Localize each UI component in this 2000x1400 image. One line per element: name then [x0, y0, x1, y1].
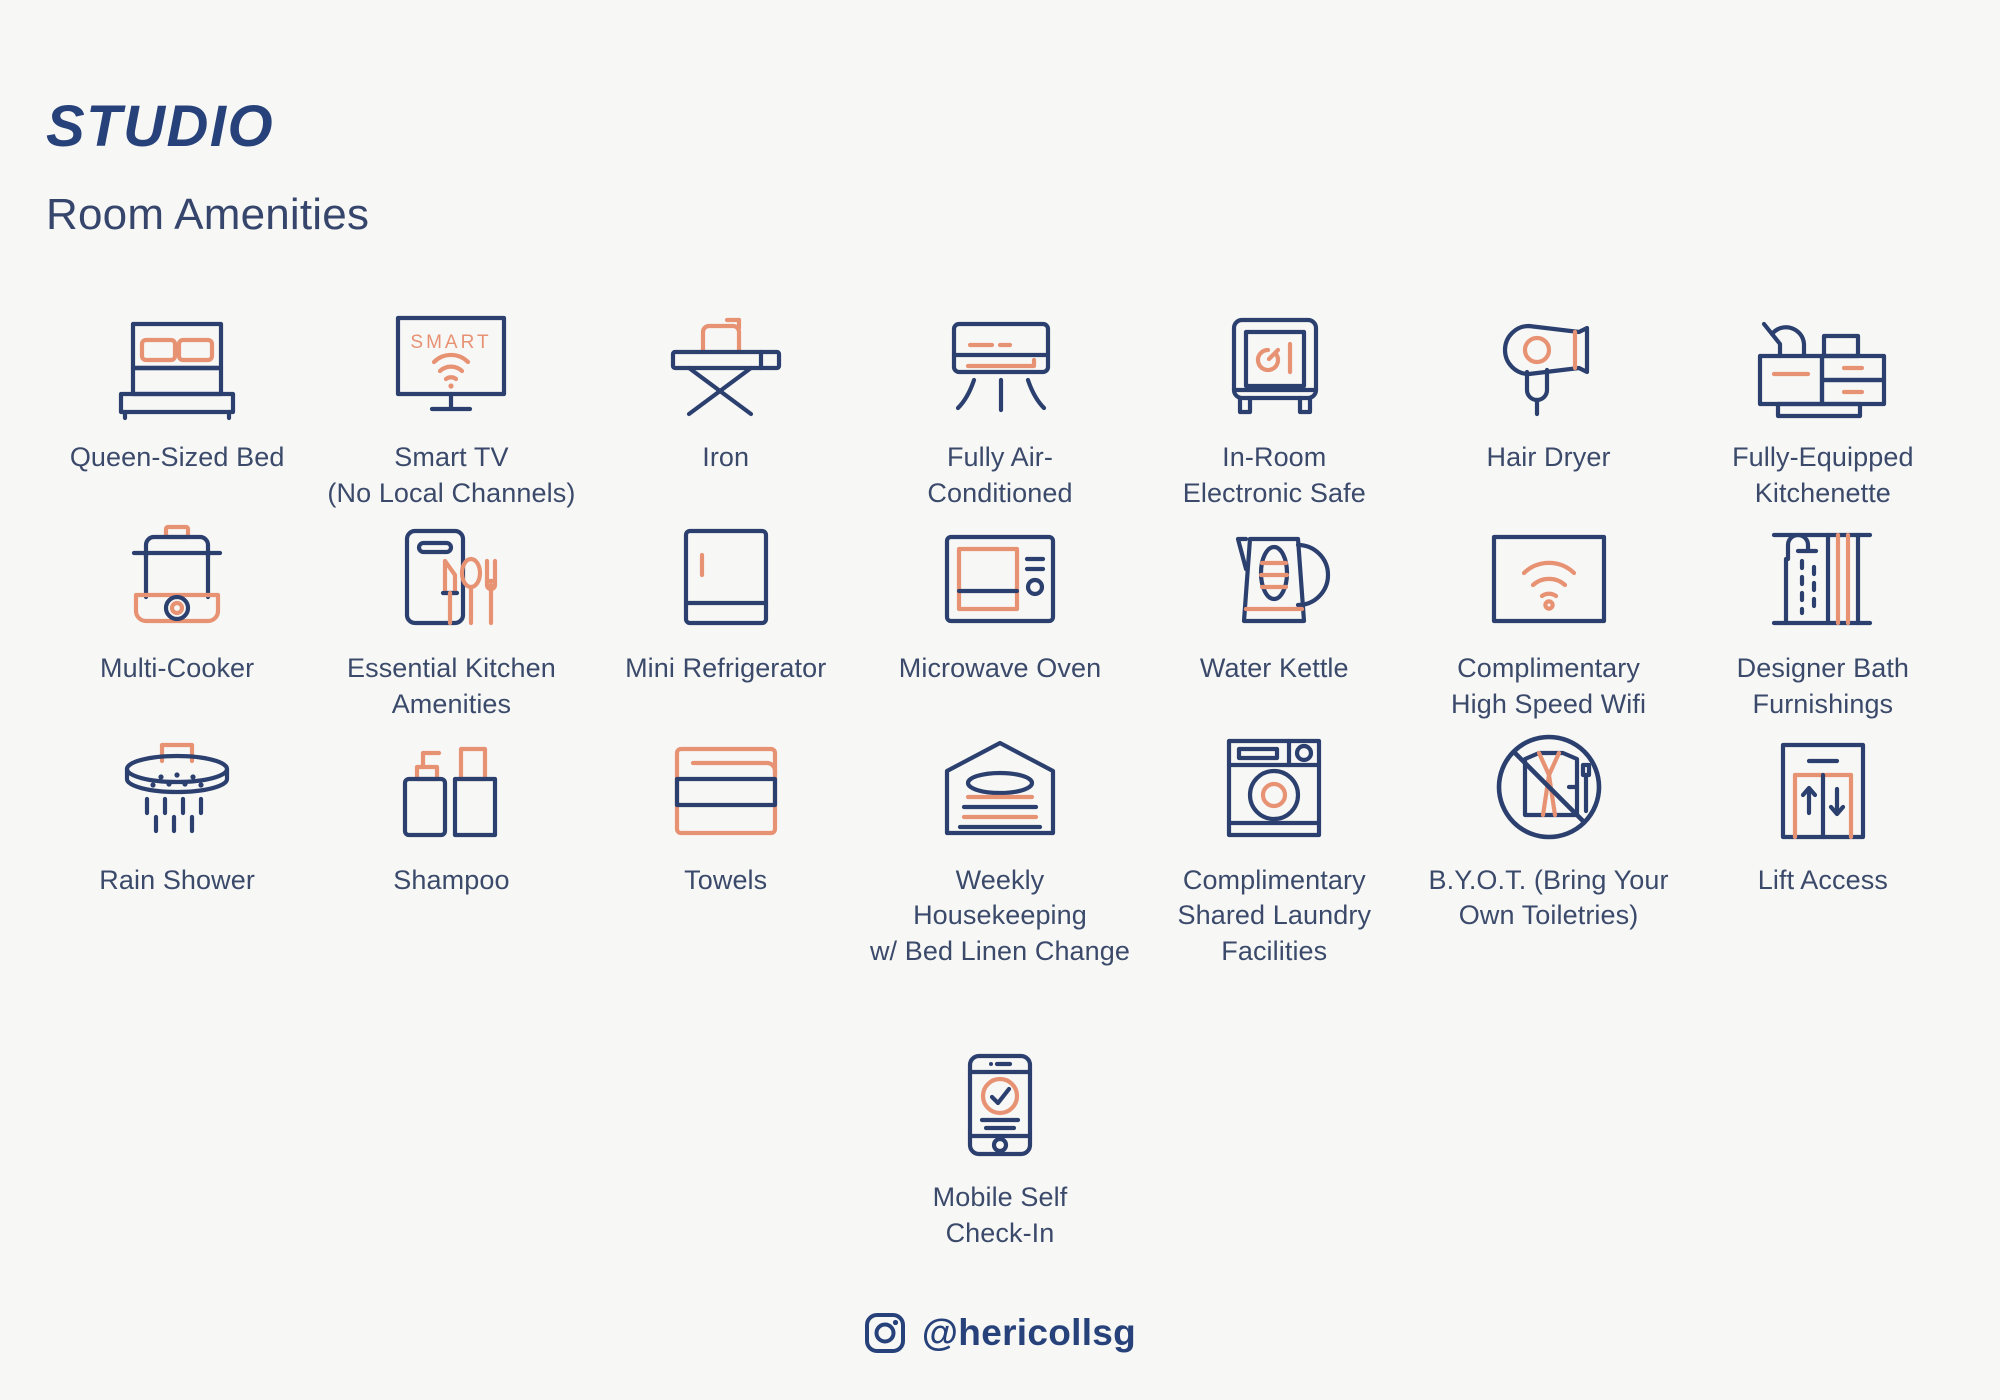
amenity-label: In-Room Electronic Safe — [1182, 442, 1366, 508]
amenity-item: Fully-Equipped Kitchenette — [1686, 300, 1960, 511]
amenity-label: Microwave Oven — [898, 653, 1102, 684]
air-conditioner-icon — [936, 300, 1064, 418]
amenity-item: Essential Kitchen Amenities — [314, 511, 588, 722]
amenity-item: Queen-Sized Bed — [40, 300, 314, 511]
smart-tv-screen-text: SMART — [411, 332, 492, 353]
amenity-item: Mobile Self Check-In — [863, 1040, 1137, 1251]
amenity-item: Multi-Cooker — [40, 511, 314, 722]
amenity-label: Shampoo — [393, 864, 510, 895]
kettle-icon — [1218, 511, 1331, 629]
amenity-label: Hair Dryer — [1486, 442, 1611, 472]
amenity-label: Fully Air- Conditioned — [927, 442, 1073, 508]
amenity-label: Multi-Cooker — [100, 653, 255, 684]
amenity-label: Mini Refrigerator — [625, 653, 827, 684]
mini-fridge-icon — [674, 511, 778, 629]
towels-icon — [667, 723, 785, 841]
amenity-label: Weekly Housekeeping w/ Bed Linen Change — [869, 864, 1131, 966]
amenity-item: Complimentary High Speed Wifi — [1411, 511, 1685, 722]
wifi-icon — [1486, 511, 1612, 629]
amenity-item: In-Room Electronic Safe — [1137, 300, 1411, 511]
amenity-item: Towels — [589, 723, 863, 970]
amenity-label: Rain Shower — [99, 864, 255, 895]
amenity-item: Weekly Housekeeping w/ Bed Linen Change — [863, 723, 1137, 970]
instagram-handle[interactable]: @hericollsg — [922, 1312, 1136, 1354]
amenity-label: B.Y.O.T. (Bring Your Own Toiletries) — [1428, 864, 1669, 931]
amenity-label: Water Kettle — [1199, 653, 1349, 684]
rain-shower-icon — [114, 723, 240, 841]
amenity-item: SMART Smart TV (No Local Channels) — [314, 300, 588, 511]
amenity-label: Smart TV (No Local Channels) — [327, 442, 576, 508]
amenities-poster: STUDIO Room Amenities Queen-Sized Bed SM… — [0, 0, 2000, 1400]
housekeeping-icon — [937, 723, 1063, 841]
amenity-label: Designer Bath Furnishings — [1736, 653, 1910, 719]
amenity-item: Microwave Oven — [863, 511, 1137, 722]
page-title: STUDIO — [46, 94, 275, 159]
amenity-item: Fully Air- Conditioned — [863, 300, 1137, 511]
page-subtitle: Room Amenities — [46, 190, 370, 239]
amenity-item: Iron — [589, 300, 863, 511]
amenity-item: Water Kettle — [1137, 511, 1411, 722]
laundry-icon — [1221, 723, 1327, 841]
instagram-icon[interactable] — [864, 1312, 906, 1354]
amenity-item: Shampoo — [314, 723, 588, 970]
amenity-label: Essential Kitchen Amenities — [347, 653, 556, 719]
no-toiletries-icon — [1491, 723, 1607, 841]
amenity-label: Complimentary High Speed Wifi — [1451, 653, 1647, 719]
amenity-label: Queen-Sized Bed — [69, 442, 285, 472]
safe-icon — [1218, 300, 1330, 418]
amenity-label: Towels — [684, 864, 768, 895]
cutlery-board-icon — [387, 511, 515, 629]
header: STUDIO Room Amenities — [46, 98, 369, 237]
hair-dryer-icon — [1487, 300, 1611, 418]
iron-icon — [665, 300, 787, 418]
amenity-item: Mini Refrigerator — [589, 511, 863, 722]
amenity-item: Complimentary Shared Laundry Facilities — [1137, 723, 1411, 970]
shampoo-icon — [395, 723, 507, 841]
microwave-icon — [939, 511, 1061, 629]
amenities-grid-last-row: Mobile Self Check-In — [0, 1040, 2000, 1251]
amenities-grid: Queen-Sized Bed SMART Smart TV (No Local… — [40, 300, 1960, 969]
amenity-label: Fully-Equipped Kitchenette — [1732, 442, 1914, 508]
bed-icon — [113, 300, 241, 421]
smart-tv-icon: SMART — [386, 300, 516, 418]
amenity-item: Lift Access — [1686, 723, 1960, 970]
footer: @hericollsg — [0, 1312, 2000, 1354]
kitchenette-icon — [1750, 300, 1896, 419]
amenity-item: B.Y.O.T. (Bring Your Own Toiletries) — [1411, 723, 1685, 970]
amenity-label: Iron — [702, 442, 750, 472]
mobile-checkin-icon — [960, 1040, 1040, 1158]
multi-cooker-icon — [118, 511, 236, 629]
amenity-label: Mobile Self Check-In — [932, 1182, 1068, 1248]
lift-icon — [1771, 723, 1875, 841]
amenity-item: Designer Bath Furnishings — [1686, 511, 1960, 722]
bath-shower-icon — [1764, 511, 1882, 629]
amenity-label: Complimentary Shared Laundry Facilities — [1177, 864, 1372, 966]
amenity-item: Rain Shower — [40, 723, 314, 970]
amenity-label: Lift Access — [1757, 864, 1888, 895]
amenity-item: Hair Dryer — [1411, 300, 1685, 511]
